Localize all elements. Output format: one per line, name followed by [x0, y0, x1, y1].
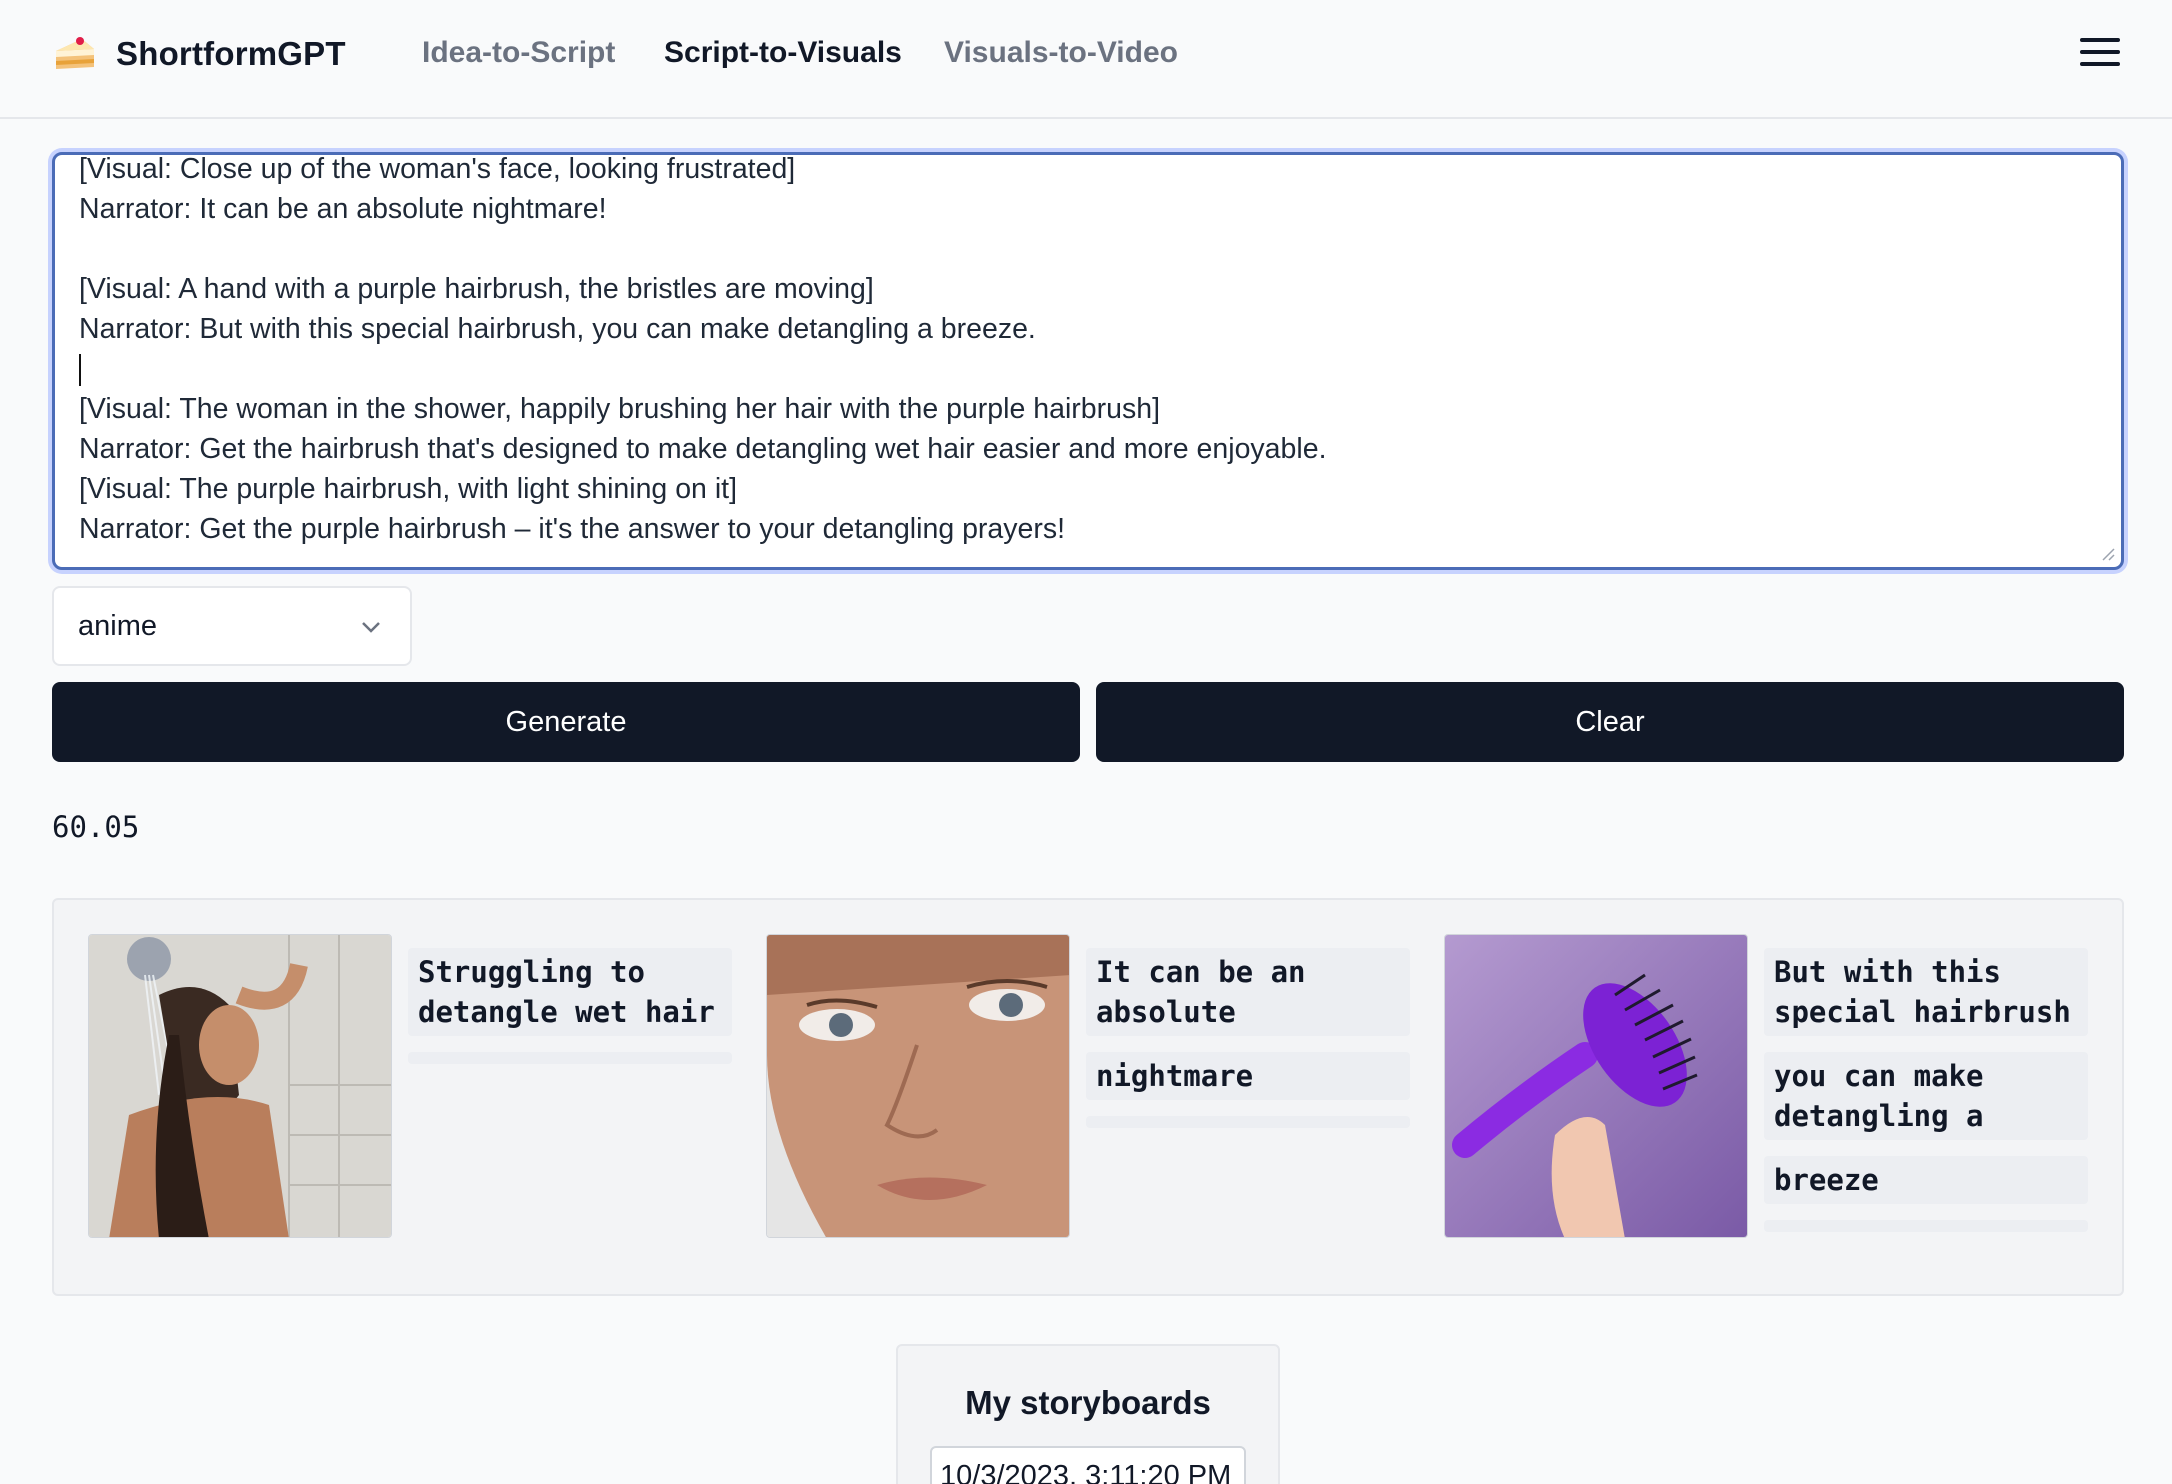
menu-icon[interactable] — [2080, 38, 2120, 70]
brand[interactable]: ShortformGPT — [52, 30, 346, 78]
generate-button[interactable]: Generate — [52, 682, 1080, 762]
style-select[interactable]: anime — [52, 586, 412, 666]
elapsed-time: 60.05 — [52, 810, 140, 844]
script-line — [79, 229, 2097, 269]
resize-grip-icon[interactable] — [2099, 545, 2115, 561]
cake-logo-icon — [56, 37, 94, 69]
text-caret — [79, 354, 81, 387]
scene-image-face-close-up[interactable] — [766, 934, 1070, 1238]
nav-idea-to-script[interactable]: Idea-to-Script — [422, 36, 615, 70]
caption-empty-slot[interactable] — [1764, 1220, 2088, 1232]
scene-image-woman-in-shower[interactable] — [88, 934, 392, 1238]
nav-visuals-to-video[interactable]: Visuals-to-Video — [944, 36, 1178, 70]
script-line: [Visual: The purple hairbrush, with ligh… — [79, 473, 737, 505]
script-line — [79, 349, 2097, 389]
top-nav: ShortformGPT Idea-to-Script Script-to-Vi… — [0, 0, 2172, 119]
chevron-down-icon — [362, 622, 380, 633]
scene-2-captions: It can be an absolute nightmare — [1086, 948, 1410, 1128]
clear-button[interactable]: Clear — [1096, 682, 2124, 762]
script-line: Narrator: But with this special hairbrus… — [79, 313, 1036, 345]
my-storyboards: My storyboards 10/3/2023, 3:11:20 PM — [896, 1344, 1280, 1484]
storyboard-entry[interactable]: 10/3/2023, 3:11:20 PM — [930, 1446, 1246, 1484]
script-line: [Visual: Close up of the woman's face, l… — [79, 153, 796, 185]
storyboard-panel: Struggling to detangle wet hair It can b… — [52, 898, 2124, 1296]
script-line: Narrator: Get the purple hairbrush – it'… — [79, 513, 1066, 545]
my-storyboards-title: My storyboards — [965, 1384, 1211, 1421]
scene-3-captions: But with this special hairbrush you can … — [1764, 948, 2088, 1232]
caption-line[interactable]: breeze — [1764, 1156, 2088, 1204]
caption-empty-slot[interactable] — [1086, 1116, 1410, 1128]
style-select-value: anime — [78, 610, 157, 642]
scene-image-purple-hairbrush[interactable] — [1444, 934, 1748, 1238]
scene-1-captions: Struggling to detangle wet hair — [408, 948, 732, 1064]
caption-line[interactable]: It can be an absolute — [1086, 948, 1410, 1036]
caption-empty-slot[interactable] — [408, 1052, 732, 1064]
script-line: Narrator: It can be an absolute nightmar… — [79, 193, 607, 225]
script-line: Narrator: Get the hairbrush that's desig… — [79, 433, 1327, 465]
caption-line[interactable]: you can make detangling a — [1764, 1052, 2088, 1140]
script-line: [Visual: The woman in the shower, happil… — [79, 393, 1160, 425]
caption-line[interactable]: But with this special hairbrush — [1764, 948, 2088, 1036]
brand-name: ShortformGPT — [116, 35, 346, 72]
caption-line[interactable]: Struggling to detangle wet hair — [408, 948, 732, 1036]
caption-line[interactable]: nightmare — [1086, 1052, 1410, 1100]
nav-script-to-visuals[interactable]: Script-to-Visuals — [664, 36, 902, 70]
script-textarea[interactable]: [Visual: Close up of the woman's face, l… — [52, 152, 2124, 570]
script-line: [Visual: A hand with a purple hairbrush,… — [79, 273, 874, 305]
